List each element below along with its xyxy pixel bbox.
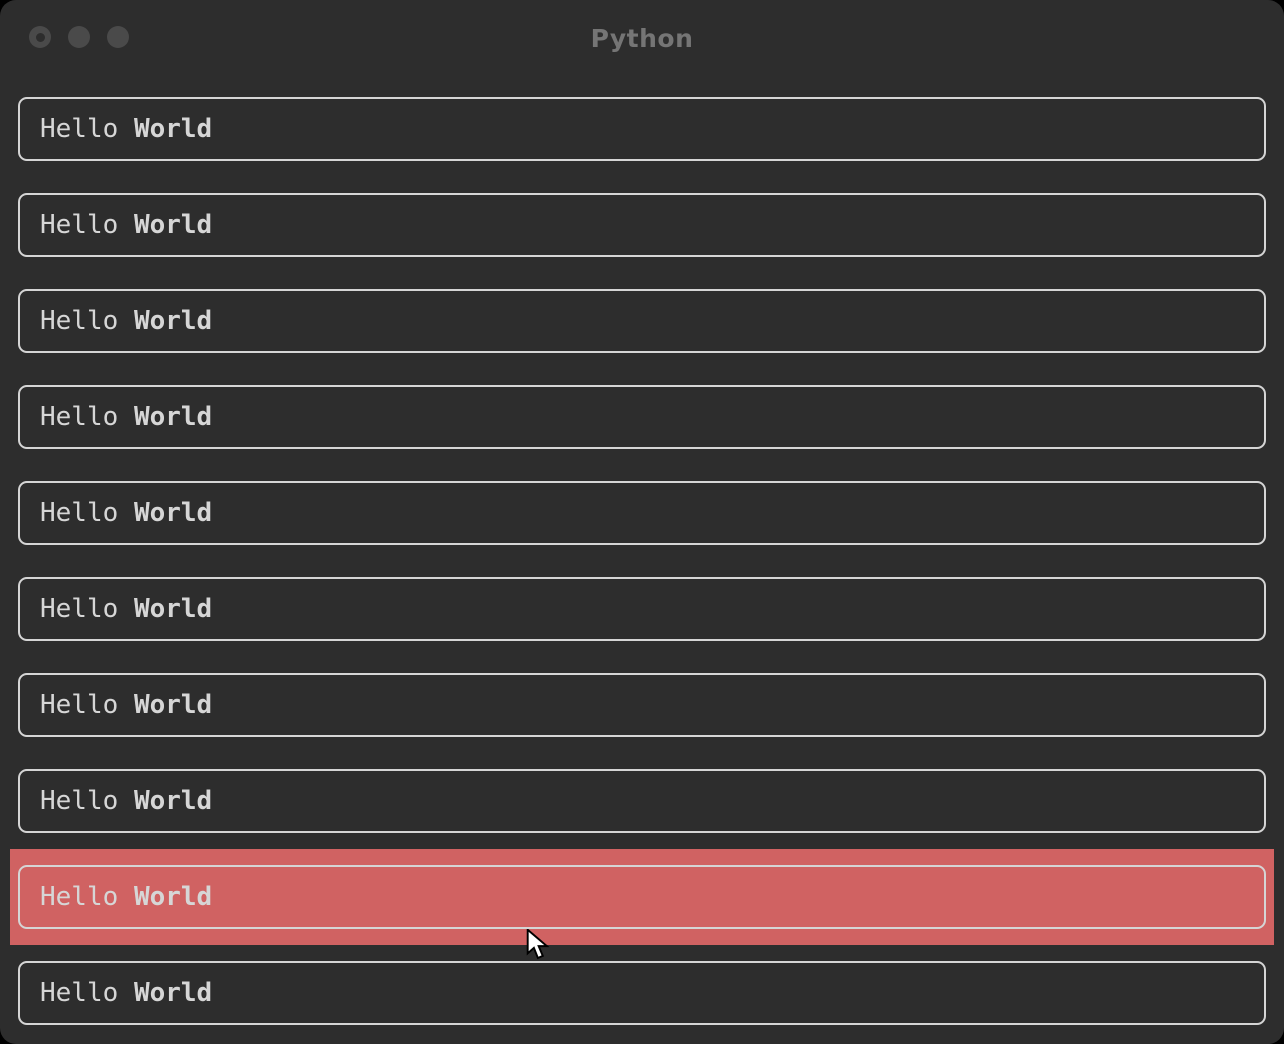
label-space xyxy=(118,978,134,1008)
label-space xyxy=(118,786,134,816)
hello-world-row-9[interactable]: Hello World xyxy=(10,849,1274,945)
label-world: World xyxy=(134,498,212,528)
hello-world-box: Hello World xyxy=(18,865,1266,929)
label-hello: Hello xyxy=(40,306,118,336)
label-world: World xyxy=(134,114,212,144)
label-world: World xyxy=(134,882,212,912)
label-world: World xyxy=(134,978,212,1008)
hello-world-box: Hello World xyxy=(18,481,1266,545)
hello-world-row-1[interactable]: Hello World xyxy=(10,81,1274,177)
title-bar: Python xyxy=(0,0,1284,81)
label-space xyxy=(118,402,134,432)
label-hello: Hello xyxy=(40,210,118,240)
row-list: Hello World Hello World Hello World Hell… xyxy=(0,81,1284,1041)
label-hello: Hello xyxy=(40,498,118,528)
hello-world-row-3[interactable]: Hello World xyxy=(10,273,1274,369)
label-space xyxy=(118,210,134,240)
hello-world-box: Hello World xyxy=(18,289,1266,353)
label-space xyxy=(118,690,134,720)
label-world: World xyxy=(134,210,212,240)
label-hello: Hello xyxy=(40,882,118,912)
label-world: World xyxy=(134,786,212,816)
hello-world-row-2[interactable]: Hello World xyxy=(10,177,1274,273)
hello-world-row-4[interactable]: Hello World xyxy=(10,369,1274,465)
label-world: World xyxy=(134,306,212,336)
label-hello: Hello xyxy=(40,402,118,432)
label-space xyxy=(118,594,134,624)
hello-world-box: Hello World xyxy=(18,961,1266,1025)
label-hello: Hello xyxy=(40,690,118,720)
window-title: Python xyxy=(0,24,1284,53)
label-hello: Hello xyxy=(40,594,118,624)
hello-world-row-7[interactable]: Hello World xyxy=(10,657,1274,753)
hello-world-row-8[interactable]: Hello World xyxy=(10,753,1274,849)
label-hello: Hello xyxy=(40,786,118,816)
label-world: World xyxy=(134,594,212,624)
app-window: Python Hello World Hello World Hello Wor… xyxy=(0,0,1284,1044)
hello-world-box: Hello World xyxy=(18,385,1266,449)
label-space xyxy=(118,498,134,528)
label-world: World xyxy=(134,690,212,720)
hello-world-row-6[interactable]: Hello World xyxy=(10,561,1274,657)
label-hello: Hello xyxy=(40,978,118,1008)
hello-world-box: Hello World xyxy=(18,97,1266,161)
label-space xyxy=(118,306,134,336)
hello-world-box: Hello World xyxy=(18,193,1266,257)
hello-world-box: Hello World xyxy=(18,577,1266,641)
label-hello: Hello xyxy=(40,114,118,144)
label-world: World xyxy=(134,402,212,432)
hello-world-row-10[interactable]: Hello World xyxy=(10,945,1274,1041)
hello-world-row-5[interactable]: Hello World xyxy=(10,465,1274,561)
label-space xyxy=(118,882,134,912)
label-space xyxy=(118,114,134,144)
hello-world-box: Hello World xyxy=(18,673,1266,737)
hello-world-box: Hello World xyxy=(18,769,1266,833)
